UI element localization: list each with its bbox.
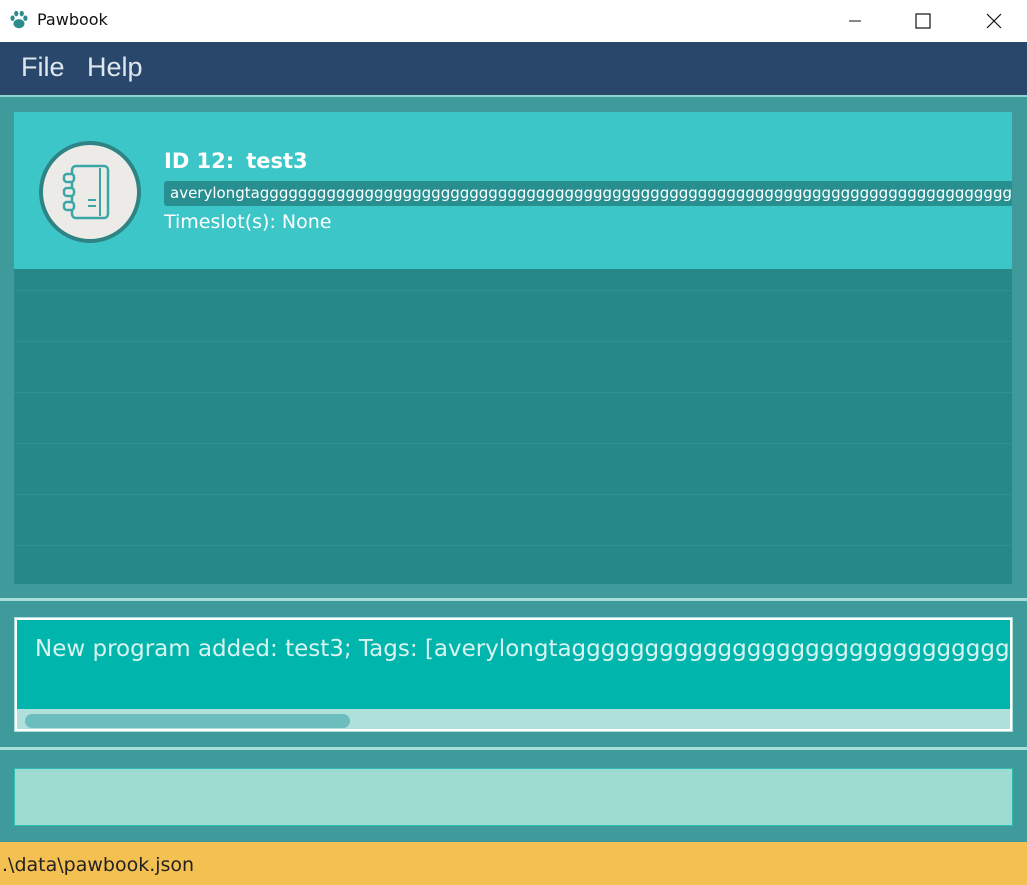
menu-bar: File Help [0,42,1027,95]
list-row-separator [14,290,1012,291]
panel-divider [0,598,1027,601]
program-timeslot: Timeslot(s): None [164,211,332,233]
minimize-icon [849,20,861,22]
program-name: test3 [246,149,308,173]
program-id-label: ID 12: [164,149,235,173]
menu-divider [0,95,1027,97]
list-row-separator [14,494,1012,495]
result-text-area[interactable]: New program added: test3; Tags: [averylo… [17,620,1010,709]
main-area: ID 12: test3 averylongtaggggggggggggggggg… [0,95,1027,842]
command-input[interactable] [14,768,1013,826]
program-card[interactable]: ID 12: test3 averylongtaggggggggggggggggg… [14,112,1012,269]
scrollbar-thumb[interactable] [25,714,350,728]
list-row-separator [14,392,1012,393]
status-bar: .\data\pawbook.json [0,842,1027,885]
title-bar: Pawbook [0,0,1027,42]
program-id: ID 12: test3 [164,149,308,173]
close-icon [986,13,1002,29]
paw-icon [10,10,28,29]
notebook-icon [39,141,141,243]
result-message: New program added: test3; Tags: [averylo… [35,636,1010,662]
minimize-button[interactable] [832,0,878,42]
save-location: .\data\pawbook.json [2,854,195,876]
close-button[interactable] [971,0,1017,42]
list-row-separator [14,443,1012,444]
program-tag: averylongtaggggggggggggggggggggggggggggg… [164,181,1012,206]
menu-help[interactable]: Help [87,52,143,83]
program-list[interactable]: ID 12: test3 averylongtaggggggggggggggggg… [14,112,1012,584]
panel-divider [0,747,1027,750]
result-display: New program added: test3; Tags: [averylo… [14,617,1013,732]
list-row-separator [14,341,1012,342]
list-row-separator [14,545,1012,546]
horizontal-scrollbar[interactable] [17,709,1010,729]
maximize-icon [915,13,931,29]
maximize-button[interactable] [900,0,946,42]
window-title: Pawbook [37,10,108,29]
menu-file[interactable]: File [21,52,65,83]
